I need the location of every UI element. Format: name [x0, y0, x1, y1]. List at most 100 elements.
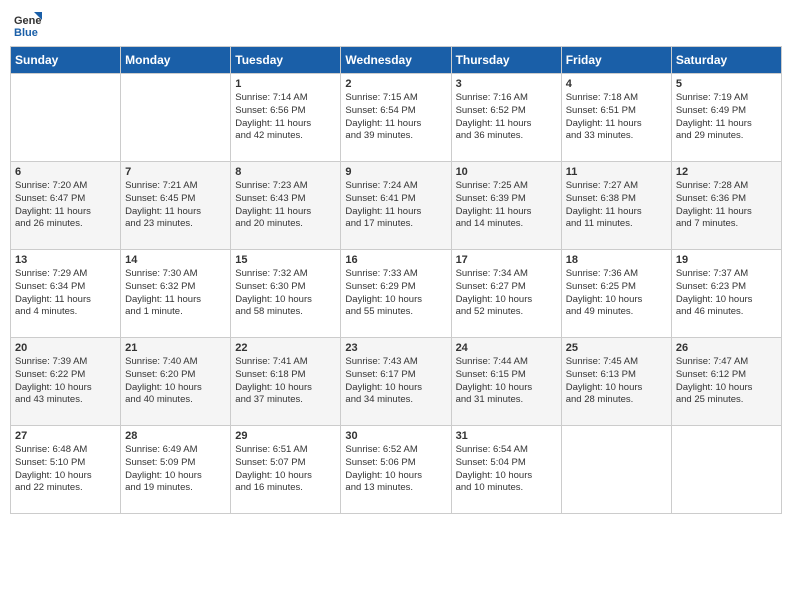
- cell-text: Sunrise: 6:49 AMSunset: 5:09 PMDaylight:…: [125, 444, 226, 495]
- cell-text: Sunrise: 7:34 AMSunset: 6:27 PMDaylight:…: [456, 268, 557, 319]
- cell-text: Sunrise: 7:32 AMSunset: 6:30 PMDaylight:…: [235, 268, 336, 319]
- header: General Blue: [10, 10, 782, 38]
- cell-text: Sunrise: 7:37 AMSunset: 6:23 PMDaylight:…: [676, 268, 777, 319]
- weekday-header-row: SundayMondayTuesdayWednesdayThursdayFrid…: [11, 47, 782, 74]
- day-number: 9: [345, 166, 446, 178]
- calendar-cell: 3 Sunrise: 7:16 AMSunset: 6:52 PMDaylight…: [451, 74, 561, 162]
- day-number: 23: [345, 342, 446, 354]
- svg-text:General: General: [14, 15, 42, 27]
- calendar-week-2: 6 Sunrise: 7:20 AMSunset: 6:47 PMDaylight…: [11, 162, 782, 250]
- cell-text: Sunrise: 7:45 AMSunset: 6:13 PMDaylight:…: [566, 356, 667, 407]
- calendar-cell: 15 Sunrise: 7:32 AMSunset: 6:30 PMDayligh…: [231, 250, 341, 338]
- day-number: 26: [676, 342, 777, 354]
- logo: General Blue: [14, 10, 46, 38]
- cell-text: Sunrise: 7:20 AMSunset: 6:47 PMDaylight:…: [15, 180, 116, 231]
- day-number: 19: [676, 254, 777, 266]
- calendar-cell: 11 Sunrise: 7:27 AMSunset: 6:38 PMDayligh…: [561, 162, 671, 250]
- cell-text: Sunrise: 7:41 AMSunset: 6:18 PMDaylight:…: [235, 356, 336, 407]
- cell-text: Sunrise: 7:25 AMSunset: 6:39 PMDaylight:…: [456, 180, 557, 231]
- calendar-cell: 1 Sunrise: 7:14 AMSunset: 6:56 PMDaylight…: [231, 74, 341, 162]
- calendar-cell: 31Sunrise: 6:54 AMSunset: 5:04 PMDayligh…: [451, 426, 561, 514]
- cell-text: Sunrise: 7:27 AMSunset: 6:38 PMDaylight:…: [566, 180, 667, 231]
- cell-text: Sunrise: 7:18 AMSunset: 6:51 PMDaylight:…: [566, 92, 667, 143]
- day-number: 16: [345, 254, 446, 266]
- calendar-cell: 28 Sunrise: 6:49 AMSunset: 5:09 PMDayligh…: [121, 426, 231, 514]
- calendar-cell: 30 Sunrise: 6:52 AMSunset: 5:06 PMDayligh…: [341, 426, 451, 514]
- day-number: 5: [676, 78, 777, 90]
- day-number: 20: [15, 342, 116, 354]
- calendar-cell: 10 Sunrise: 7:25 AMSunset: 6:39 PMDayligh…: [451, 162, 561, 250]
- calendar-week-1: 1 Sunrise: 7:14 AMSunset: 6:56 PMDaylight…: [11, 74, 782, 162]
- day-number: 10: [456, 166, 557, 178]
- day-number: 4: [566, 78, 667, 90]
- weekday-header-friday: Friday: [561, 47, 671, 74]
- day-number: 12: [676, 166, 777, 178]
- calendar-cell: [11, 74, 121, 162]
- day-number: 25: [566, 342, 667, 354]
- calendar-cell: 17Sunrise: 7:34 AMSunset: 6:27 PMDayligh…: [451, 250, 561, 338]
- day-number: 14: [125, 254, 226, 266]
- cell-text: Sunrise: 7:47 AMSunset: 6:12 PMDaylight:…: [676, 356, 777, 407]
- calendar-cell: 5 Sunrise: 7:19 AMSunset: 6:49 PMDaylight…: [671, 74, 781, 162]
- day-number: 29: [235, 430, 336, 442]
- day-number: 3: [456, 78, 557, 90]
- cell-text: Sunrise: 7:39 AMSunset: 6:22 PMDaylight:…: [15, 356, 116, 407]
- cell-text: Sunrise: 7:33 AMSunset: 6:29 PMDaylight:…: [345, 268, 446, 319]
- calendar-cell: 23 Sunrise: 7:43 AMSunset: 6:17 PMDayligh…: [341, 338, 451, 426]
- cell-text: Sunrise: 7:21 AMSunset: 6:45 PMDaylight:…: [125, 180, 226, 231]
- calendar-cell: 25 Sunrise: 7:45 AMSunset: 6:13 PMDayligh…: [561, 338, 671, 426]
- weekday-header-sunday: Sunday: [11, 47, 121, 74]
- calendar-cell: 2Sunrise: 7:15 AMSunset: 6:54 PMDaylight…: [341, 74, 451, 162]
- day-number: 1: [235, 78, 336, 90]
- calendar-body: 1 Sunrise: 7:14 AMSunset: 6:56 PMDaylight…: [11, 74, 782, 514]
- day-number: 27: [15, 430, 116, 442]
- calendar-cell: 16 Sunrise: 7:33 AMSunset: 6:29 PMDayligh…: [341, 250, 451, 338]
- cell-text: Sunrise: 7:28 AMSunset: 6:36 PMDaylight:…: [676, 180, 777, 231]
- calendar-cell: 24Sunrise: 7:44 AMSunset: 6:15 PMDayligh…: [451, 338, 561, 426]
- weekday-header-tuesday: Tuesday: [231, 47, 341, 74]
- cell-text: Sunrise: 7:40 AMSunset: 6:20 PMDaylight:…: [125, 356, 226, 407]
- cell-text: Sunrise: 7:14 AMSunset: 6:56 PMDaylight:…: [235, 92, 336, 143]
- day-number: 15: [235, 254, 336, 266]
- calendar-cell: 20 Sunrise: 7:39 AMSunset: 6:22 PMDayligh…: [11, 338, 121, 426]
- cell-text: Sunrise: 6:48 AMSunset: 5:10 PMDaylight:…: [15, 444, 116, 495]
- day-number: 6: [15, 166, 116, 178]
- day-number: 24: [456, 342, 557, 354]
- calendar-cell: [121, 74, 231, 162]
- calendar-cell: [671, 426, 781, 514]
- calendar-cell: 7 Sunrise: 7:21 AMSunset: 6:45 PMDaylight…: [121, 162, 231, 250]
- calendar-table: SundayMondayTuesdayWednesdayThursdayFrid…: [10, 46, 782, 514]
- calendar-cell: 27 Sunrise: 6:48 AMSunset: 5:10 PMDayligh…: [11, 426, 121, 514]
- weekday-header-saturday: Saturday: [671, 47, 781, 74]
- calendar-cell: 19 Sunrise: 7:37 AMSunset: 6:23 PMDayligh…: [671, 250, 781, 338]
- cell-text: Sunrise: 7:19 AMSunset: 6:49 PMDaylight:…: [676, 92, 777, 143]
- cell-text: Sunrise: 7:16 AMSunset: 6:52 PMDaylight:…: [456, 92, 557, 143]
- cell-text: Sunrise: 7:30 AMSunset: 6:32 PMDaylight:…: [125, 268, 226, 319]
- cell-text: Sunrise: 6:54 AMSunset: 5:04 PMDaylight:…: [456, 444, 557, 495]
- day-number: 7: [125, 166, 226, 178]
- calendar-cell: 26 Sunrise: 7:47 AMSunset: 6:12 PMDayligh…: [671, 338, 781, 426]
- calendar-cell: 18Sunrise: 7:36 AMSunset: 6:25 PMDayligh…: [561, 250, 671, 338]
- calendar-week-3: 13 Sunrise: 7:29 AMSunset: 6:34 PMDayligh…: [11, 250, 782, 338]
- day-number: 18: [566, 254, 667, 266]
- day-number: 13: [15, 254, 116, 266]
- cell-text: Sunrise: 6:52 AMSunset: 5:06 PMDaylight:…: [345, 444, 446, 495]
- weekday-header-wednesday: Wednesday: [341, 47, 451, 74]
- day-number: 2: [345, 78, 446, 90]
- calendar-cell: 21 Sunrise: 7:40 AMSunset: 6:20 PMDayligh…: [121, 338, 231, 426]
- day-number: 30: [345, 430, 446, 442]
- calendar-cell: 9 Sunrise: 7:24 AMSunset: 6:41 PMDaylight…: [341, 162, 451, 250]
- day-number: 21: [125, 342, 226, 354]
- calendar-cell: 29Sunrise: 6:51 AMSunset: 5:07 PMDayligh…: [231, 426, 341, 514]
- calendar-cell: 22Sunrise: 7:41 AMSunset: 6:18 PMDayligh…: [231, 338, 341, 426]
- calendar-cell: [561, 426, 671, 514]
- cell-text: Sunrise: 7:29 AMSunset: 6:34 PMDaylight:…: [15, 268, 116, 319]
- calendar-cell: 13 Sunrise: 7:29 AMSunset: 6:34 PMDayligh…: [11, 250, 121, 338]
- svg-text:Blue: Blue: [14, 27, 38, 38]
- calendar-cell: 14 Sunrise: 7:30 AMSunset: 6:32 PMDayligh…: [121, 250, 231, 338]
- cell-text: Sunrise: 7:24 AMSunset: 6:41 PMDaylight:…: [345, 180, 446, 231]
- day-number: 11: [566, 166, 667, 178]
- cell-text: Sunrise: 7:43 AMSunset: 6:17 PMDaylight:…: [345, 356, 446, 407]
- day-number: 28: [125, 430, 226, 442]
- calendar-cell: 4 Sunrise: 7:18 AMSunset: 6:51 PMDaylight…: [561, 74, 671, 162]
